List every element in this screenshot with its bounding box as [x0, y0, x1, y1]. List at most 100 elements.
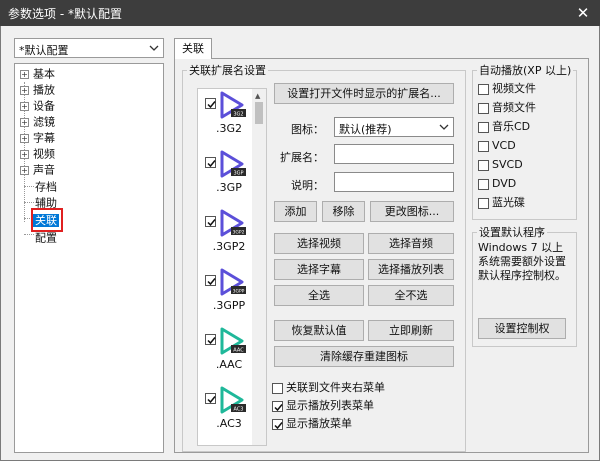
tree-item-label: 字幕: [33, 131, 55, 145]
tree-item-device[interactable]: + 设备: [20, 98, 55, 113]
list-item[interactable]: 3GP2 .3GP2: [198, 209, 254, 273]
folder-menu-checkbox[interactable]: 关联到文件夹右菜单: [272, 381, 385, 395]
checkbox[interactable]: [478, 121, 489, 133]
extension-label: .3GP2: [212, 240, 246, 253]
tab-association[interactable]: 关联: [174, 38, 212, 59]
svg-text:3GP2: 3GP2: [233, 230, 245, 236]
expand-icon[interactable]: +: [20, 165, 29, 175]
extension-name-input[interactable]: [334, 144, 454, 164]
select-none-button[interactable]: 全不选: [368, 285, 454, 306]
change-icon-button[interactable]: 更改图标...: [370, 201, 454, 222]
window-title: 参数选项 - *默认配置: [8, 7, 122, 21]
autoplay-cd-checkbox[interactable]: 音乐CD: [478, 120, 530, 134]
close-icon: ✕: [576, 4, 590, 22]
checkbox[interactable]: [205, 216, 216, 227]
checkbox[interactable]: [205, 98, 216, 109]
highlight-box: [31, 208, 63, 232]
checkbox[interactable]: [272, 400, 283, 412]
tree-item-label: 滤镜: [33, 115, 55, 129]
select-subtitle-button[interactable]: 选择字幕: [274, 259, 364, 280]
tree-item-video[interactable]: + 视频: [20, 146, 55, 161]
expand-icon[interactable]: +: [20, 149, 29, 159]
close-button[interactable]: ✕: [566, 0, 600, 26]
group-title: 自动播放(XP 以上): [479, 64, 572, 77]
default-program-note: Windows 7 以上系统需要额外设置默认程序控制权。: [478, 241, 566, 282]
checkbox[interactable]: [272, 418, 283, 430]
checkbox[interactable]: [205, 334, 216, 345]
checkbox-label: SVCD: [492, 158, 523, 171]
icon-label: 图标：: [291, 123, 324, 136]
scroll-thumb[interactable]: [255, 102, 263, 124]
select-audio-button[interactable]: 选择音频: [368, 233, 454, 254]
tree-item-playback[interactable]: + 播放: [20, 82, 55, 97]
tree-item-archive[interactable]: 存档: [35, 179, 57, 194]
profile-value: *默认配置: [19, 44, 69, 57]
tree-item-audio[interactable]: + 声音: [20, 162, 55, 177]
checkbox[interactable]: [205, 393, 216, 404]
expand-icon[interactable]: +: [20, 85, 29, 95]
refresh-now-button[interactable]: 立即刷新: [368, 320, 454, 341]
autoplay-video-checkbox[interactable]: 视频文件: [478, 82, 536, 96]
checkbox[interactable]: [478, 178, 489, 190]
add-button[interactable]: 添加: [274, 201, 317, 222]
expand-icon[interactable]: +: [20, 133, 29, 143]
extension-name-label: 扩展名：: [280, 151, 324, 164]
file-type-icon: 3GP2: [220, 209, 246, 237]
checkbox[interactable]: [272, 382, 283, 394]
list-item[interactable]: 3GP .3GP: [198, 150, 254, 214]
profile-select[interactable]: *默认配置: [14, 38, 164, 58]
tree-item-config[interactable]: 配置: [35, 230, 57, 245]
set-control-button[interactable]: 设置控制权: [478, 318, 566, 339]
svg-text:3G2: 3G2: [233, 112, 243, 118]
remove-button[interactable]: 移除: [322, 201, 365, 222]
checkbox[interactable]: [478, 83, 489, 95]
select-video-button[interactable]: 选择视频: [274, 233, 364, 254]
restore-default-button[interactable]: 恢复默认值: [274, 320, 364, 341]
expand-icon[interactable]: +: [20, 117, 29, 127]
autoplay-vcd-checkbox[interactable]: VCD: [478, 139, 516, 153]
clear-cache-button[interactable]: 清除缓存重建图标: [274, 346, 454, 367]
checkbox[interactable]: [478, 140, 489, 152]
list-item[interactable]: 3GPP .3GPP: [198, 268, 254, 332]
checkbox[interactable]: [205, 275, 216, 286]
check-icon: [207, 337, 216, 345]
select-playlist-button[interactable]: 选择播放列表: [368, 259, 454, 280]
file-type-icon: 3GP: [220, 150, 246, 178]
expand-icon[interactable]: +: [20, 101, 29, 111]
checkbox[interactable]: [478, 159, 489, 171]
checkbox[interactable]: [205, 157, 216, 168]
check-icon: [207, 160, 216, 168]
tree-item-subtitle[interactable]: + 字幕: [20, 130, 55, 145]
svg-text:AC3: AC3: [233, 407, 243, 413]
set-extension-display-button[interactable]: 设置打开文件时显示的扩展名...: [274, 83, 454, 104]
list-scrollbar[interactable]: ▲: [252, 89, 266, 445]
autoplay-dvd-checkbox[interactable]: DVD: [478, 177, 516, 191]
list-item[interactable]: 3G2 .3G2: [198, 91, 254, 155]
scroll-up-icon[interactable]: ▲: [255, 92, 260, 100]
expand-icon[interactable]: +: [20, 69, 29, 79]
group-title: 设置默认程序: [479, 226, 545, 239]
description-input[interactable]: [334, 172, 454, 192]
checkbox[interactable]: [478, 197, 489, 209]
tree-item-filter[interactable]: + 滤镜: [20, 114, 55, 129]
autoplay-bluray-checkbox[interactable]: 蓝光碟: [478, 196, 525, 210]
play-menu-checkbox[interactable]: 显示播放菜单: [272, 417, 352, 431]
tree-item-label: 基本: [33, 67, 55, 81]
list-item[interactable]: AC3 .AC3: [198, 386, 254, 445]
svg-text:AAC: AAC: [233, 348, 244, 354]
file-type-icon: 3GPP: [220, 268, 246, 296]
icon-select[interactable]: 默认(推荐): [334, 117, 454, 137]
playlist-menu-checkbox[interactable]: 显示播放列表菜单: [272, 399, 374, 413]
group-title: 关联扩展名设置: [189, 64, 266, 77]
list-item[interactable]: AAC .AAC: [198, 327, 254, 391]
chevron-down-icon: [149, 45, 159, 51]
autoplay-audio-checkbox[interactable]: 音频文件: [478, 101, 536, 115]
extension-label: .AC3: [216, 417, 242, 430]
svg-text:3GPP: 3GPP: [233, 289, 245, 295]
checkbox-label: 关联到文件夹右菜单: [286, 381, 385, 394]
select-all-button[interactable]: 全选: [274, 285, 364, 306]
tree-item-basic[interactable]: + 基本: [20, 66, 55, 81]
checkbox[interactable]: [478, 102, 489, 114]
autoplay-svcd-checkbox[interactable]: SVCD: [478, 158, 523, 172]
tree-item-label: 播放: [33, 83, 55, 97]
